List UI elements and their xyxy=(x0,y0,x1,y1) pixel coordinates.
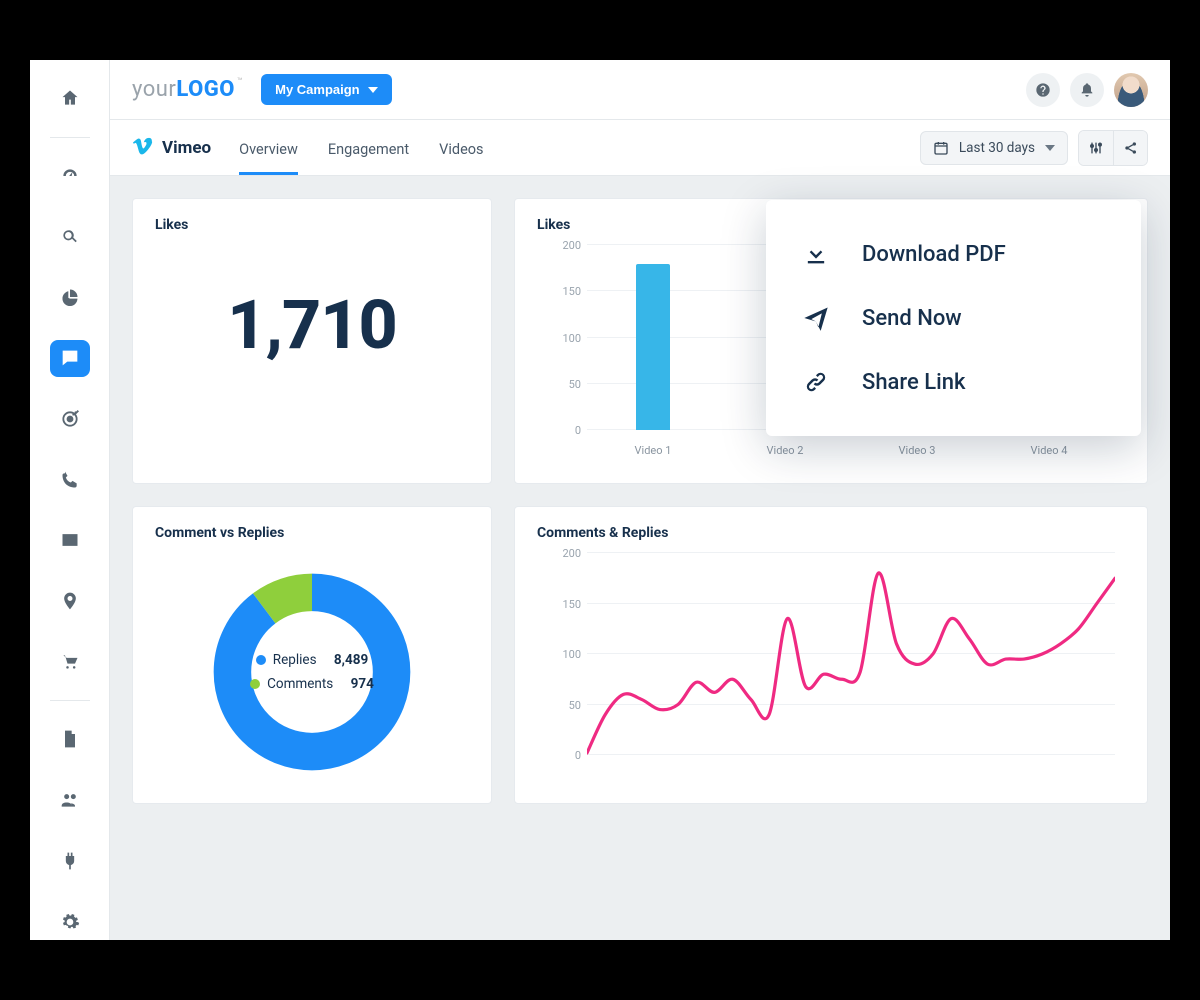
logo-part1: your xyxy=(132,77,176,102)
download-icon xyxy=(802,240,830,268)
send-now-item[interactable]: Send Now xyxy=(776,286,1131,350)
ytick-label: 50 xyxy=(541,378,581,391)
download-pdf-item[interactable]: Download PDF xyxy=(776,222,1131,286)
ytick-label: 0 xyxy=(541,424,581,437)
ytick-label: 0 xyxy=(541,749,581,762)
plug-icon[interactable] xyxy=(50,842,90,879)
ytick-label: 200 xyxy=(541,239,581,252)
legend-comments-value: 974 xyxy=(351,676,374,692)
tab-engagement[interactable]: Engagement xyxy=(328,123,409,173)
share-link-item[interactable]: Share Link xyxy=(776,350,1131,414)
rail-divider xyxy=(50,137,90,138)
app-header: yourLOGO™ My Campaign xyxy=(110,60,1170,120)
vimeo-icon xyxy=(132,135,154,161)
notifications-button[interactable] xyxy=(1070,73,1104,107)
ytick-label: 50 xyxy=(541,699,581,712)
xtick-label: Video 1 xyxy=(635,444,672,457)
share-popover: Download PDF Send Now Share Link xyxy=(766,200,1141,436)
share-link-label: Share Link xyxy=(862,370,965,395)
search-icon[interactable] xyxy=(50,218,90,255)
send-icon xyxy=(802,304,830,332)
source-name: Vimeo xyxy=(162,138,211,158)
sidebar-rail xyxy=(30,60,110,940)
ytick-label: 100 xyxy=(541,332,581,345)
dot-icon xyxy=(256,655,266,665)
legend-replies-value: 8,489 xyxy=(334,652,368,668)
tab-videos[interactable]: Videos xyxy=(439,123,483,173)
chevron-down-icon xyxy=(1045,145,1055,151)
chevron-down-icon xyxy=(368,87,378,93)
campaign-dropdown[interactable]: My Campaign xyxy=(261,74,392,105)
xtick-label: Video 2 xyxy=(767,444,804,457)
home-icon[interactable] xyxy=(50,80,90,117)
xtick-label: Video 4 xyxy=(1031,444,1068,457)
comments-replies-line-chart: 050100150200 xyxy=(537,553,1125,763)
card-title: Likes xyxy=(155,217,469,233)
avatar[interactable] xyxy=(1114,73,1148,107)
filter-button[interactable] xyxy=(1079,131,1113,165)
gear-icon[interactable] xyxy=(50,903,90,940)
dashboard-icon[interactable] xyxy=(50,158,90,195)
cart-icon[interactable] xyxy=(50,643,90,680)
donut-chart: Replies 8,489 Comments 974 xyxy=(207,567,417,777)
card-title: Comments & Replies xyxy=(537,525,1125,541)
bar xyxy=(636,264,670,431)
send-now-label: Send Now xyxy=(862,306,962,331)
link-icon xyxy=(802,368,830,396)
calendar-icon xyxy=(933,140,949,156)
download-pdf-label: Download PDF xyxy=(862,242,1006,267)
file-icon[interactable] xyxy=(50,721,90,758)
card-donut: Comment vs Replies Replies 8,489 xyxy=(132,506,492,804)
dot-icon xyxy=(250,679,260,689)
logo-tm: ™ xyxy=(237,77,243,87)
chat-icon[interactable] xyxy=(50,340,90,377)
legend-comments: Comments 974 xyxy=(250,676,374,692)
daterange-label: Last 30 days xyxy=(959,140,1035,156)
legend-replies: Replies 8,489 xyxy=(256,652,368,668)
ytick-label: 150 xyxy=(541,598,581,611)
daterange-picker[interactable]: Last 30 days xyxy=(920,131,1068,165)
card-title: Comment vs Replies xyxy=(155,525,469,541)
users-icon[interactable] xyxy=(50,782,90,819)
legend-replies-label: Replies xyxy=(273,652,317,668)
ytick-label: 100 xyxy=(541,648,581,661)
logo: yourLOGO™ xyxy=(132,77,243,102)
tab-overview[interactable]: Overview xyxy=(239,123,298,173)
ytick-label: 150 xyxy=(541,285,581,298)
logo-part2: LOGO xyxy=(176,77,235,102)
campaign-label: My Campaign xyxy=(275,82,360,97)
share-button[interactable] xyxy=(1113,131,1147,165)
ytick-label: 200 xyxy=(541,547,581,560)
location-icon[interactable] xyxy=(50,583,90,620)
toolbar-buttons xyxy=(1078,130,1148,166)
tabs: Overview Engagement Videos xyxy=(239,123,483,173)
page-subheader: Vimeo Overview Engagement Videos Last 30… xyxy=(110,120,1170,176)
card-line: Comments & Replies 0 50 100 150 200 xyxy=(514,506,1148,804)
pie-icon[interactable] xyxy=(50,279,90,316)
target-icon[interactable] xyxy=(50,401,90,438)
rail-divider xyxy=(50,700,90,701)
legend-comments-label: Comments xyxy=(267,676,333,692)
xtick-label: Video 3 xyxy=(899,444,936,457)
likes-value: 1,710 xyxy=(155,245,469,415)
help-button[interactable] xyxy=(1026,73,1060,107)
mail-icon[interactable] xyxy=(50,522,90,559)
card-likes-count: Likes 1,710 xyxy=(132,198,492,484)
phone-icon[interactable] xyxy=(50,461,90,498)
